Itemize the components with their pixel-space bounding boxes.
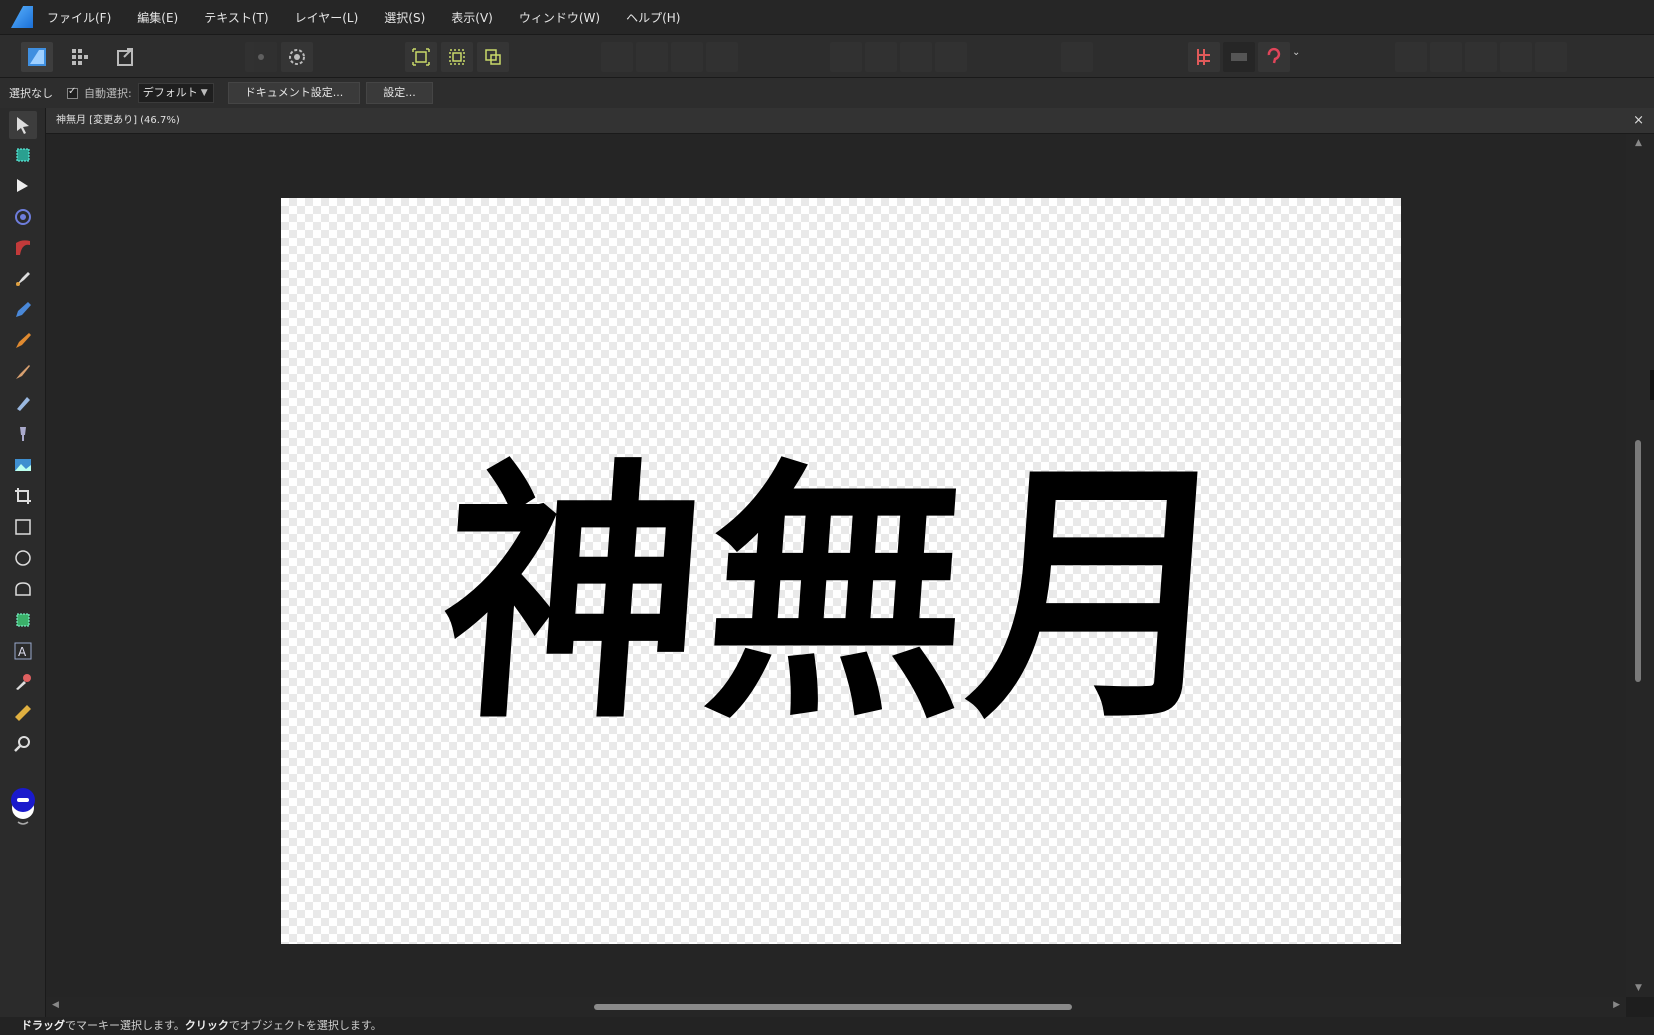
svg-text:A: A xyxy=(18,645,27,659)
gear-icon[interactable] xyxy=(281,42,313,72)
boolean-icon-2[interactable] xyxy=(1430,42,1462,72)
auto-select-dropdown[interactable]: デフォルト ▼ xyxy=(137,83,214,103)
document-tab[interactable]: 神無月 [変更あり] (46.7%) × xyxy=(46,108,1654,134)
scroll-right-icon[interactable]: ▶ xyxy=(1613,1000,1620,1010)
boolean-icon[interactable] xyxy=(1395,42,1427,72)
chevron-down-icon[interactable]: ⌄ xyxy=(1292,47,1300,58)
status-drag-text: でマーキー選択します。 xyxy=(65,1019,185,1032)
menu-bar: ファイル(F) 編集(E) テキスト(T) レイヤー(L) 選択(S) 表示(V… xyxy=(0,0,1654,34)
node-tool-icon[interactable] xyxy=(9,172,37,200)
app-logo-icon[interactable] xyxy=(11,6,33,28)
pixel-persona-icon[interactable] xyxy=(64,42,96,72)
calligraphy-text: 神無月 xyxy=(432,435,1247,756)
align-icon[interactable] xyxy=(1061,42,1093,72)
arrange-icon-4[interactable] xyxy=(935,42,967,72)
status-bar: ドラッグでマーキー選択します。クリックでオブジェクトを選択します。 xyxy=(0,1017,1654,1035)
artboard[interactable]: 神無月 xyxy=(281,198,1401,944)
help-icon[interactable] xyxy=(1258,42,1290,72)
measure-tool-icon[interactable] xyxy=(9,699,37,727)
menu-layer[interactable]: レイヤー(L) xyxy=(295,9,359,26)
selection-status: 選択なし xyxy=(9,87,53,100)
snap-bounds-icon[interactable] xyxy=(441,42,473,72)
menu-view[interactable]: 表示(V) xyxy=(451,9,493,26)
panel-edge xyxy=(1650,370,1654,400)
color-picker-icon[interactable] xyxy=(9,668,37,696)
status-click: クリック xyxy=(184,1019,229,1032)
boolean-icon-5[interactable] xyxy=(1535,42,1567,72)
document-settings-button[interactable]: ドキュメント設定... xyxy=(227,82,361,104)
shape-tool-icon[interactable] xyxy=(9,606,37,634)
transform-icon-3[interactable] xyxy=(671,42,703,72)
scroll-down-icon[interactable]: ▼ xyxy=(1635,983,1642,993)
rounded-shape-icon[interactable] xyxy=(9,575,37,603)
status-drag: ドラッグ xyxy=(21,1019,65,1032)
export-persona-icon[interactable] xyxy=(110,42,142,72)
transparency-tool-icon[interactable] xyxy=(9,420,37,448)
horizontal-scroll-thumb[interactable] xyxy=(594,1004,1072,1010)
arrange-icon-2[interactable] xyxy=(865,42,897,72)
main-toolbar: ⌄ xyxy=(0,34,1654,78)
snap-toggle-icon[interactable] xyxy=(1223,42,1255,72)
snapping-icon[interactable] xyxy=(1188,42,1220,72)
transform-icon[interactable] xyxy=(601,42,633,72)
snap-geometry-icon[interactable] xyxy=(477,42,509,72)
color-swatches[interactable] xyxy=(9,786,37,826)
menu-window[interactable]: ウィンドウ(W) xyxy=(519,9,600,26)
status-click-text: でオブジェクトを選択します。 xyxy=(228,1019,382,1032)
arrange-icon-3[interactable] xyxy=(900,42,932,72)
artboard-tool-icon[interactable] xyxy=(9,141,37,169)
menu-select[interactable]: 選択(S) xyxy=(384,9,425,26)
snap-select-icon[interactable] xyxy=(405,42,437,72)
ellipse-tool-icon[interactable] xyxy=(9,544,37,572)
settings-icon[interactable] xyxy=(245,42,277,72)
pen-tool-icon[interactable] xyxy=(9,265,37,293)
calligraphy-artwork[interactable]: 神無月 xyxy=(281,198,1401,944)
tools-panel: A xyxy=(0,108,46,1017)
menu-help[interactable]: ヘルプ(H) xyxy=(626,9,680,26)
menu-file[interactable]: ファイル(F) xyxy=(47,9,111,26)
crop-tool-icon[interactable] xyxy=(9,482,37,510)
vertical-scroll-thumb[interactable] xyxy=(1635,440,1641,682)
place-image-icon[interactable] xyxy=(9,451,37,479)
auto-select-checkbox[interactable] xyxy=(67,86,78,99)
context-toolbar: 選択なし 自動選択: デフォルト ▼ ドキュメント設定... 設定... xyxy=(0,78,1654,108)
rectangle-tool-icon[interactable] xyxy=(9,513,37,541)
close-icon[interactable]: × xyxy=(1633,108,1644,134)
arrange-icon[interactable] xyxy=(830,42,862,72)
text-tool-icon[interactable]: A xyxy=(9,637,37,665)
menu-edit[interactable]: 編集(E) xyxy=(137,9,178,26)
auto-select-label: 自動選択: xyxy=(84,87,132,100)
menu-text[interactable]: テキスト(T) xyxy=(204,9,268,26)
horizontal-scrollbar[interactable]: ◀ ▶ xyxy=(46,997,1626,1017)
document-title: 神無月 [変更あり] (46.7%) xyxy=(56,115,180,126)
paint-brush-icon[interactable] xyxy=(9,358,37,386)
move-tool-icon[interactable] xyxy=(9,111,37,139)
scroll-up-icon[interactable]: ▲ xyxy=(1635,138,1642,148)
fill-tool-icon[interactable] xyxy=(9,389,37,417)
corner-tool-icon[interactable] xyxy=(9,203,37,231)
chevron-down-icon: ▼ xyxy=(200,88,208,98)
boolean-icon-3[interactable] xyxy=(1465,42,1497,72)
settings-button[interactable]: 設定... xyxy=(366,82,433,104)
canvas[interactable]: 神無月 xyxy=(46,134,1626,997)
designer-persona-icon[interactable] xyxy=(21,42,53,72)
scroll-left-icon[interactable]: ◀ xyxy=(52,1000,59,1010)
vertical-scrollbar[interactable]: ▲ ▼ xyxy=(1626,134,1654,997)
boolean-icon-4[interactable] xyxy=(1500,42,1532,72)
pencil-tool-icon[interactable] xyxy=(9,296,37,324)
transform-icon-4[interactable] xyxy=(706,42,738,72)
zoom-tool-icon[interactable] xyxy=(9,730,37,758)
point-transform-icon[interactable] xyxy=(9,234,37,262)
auto-select-value: デフォルト xyxy=(142,86,198,99)
vector-brush-icon[interactable] xyxy=(9,327,37,355)
transform-icon-2[interactable] xyxy=(636,42,668,72)
